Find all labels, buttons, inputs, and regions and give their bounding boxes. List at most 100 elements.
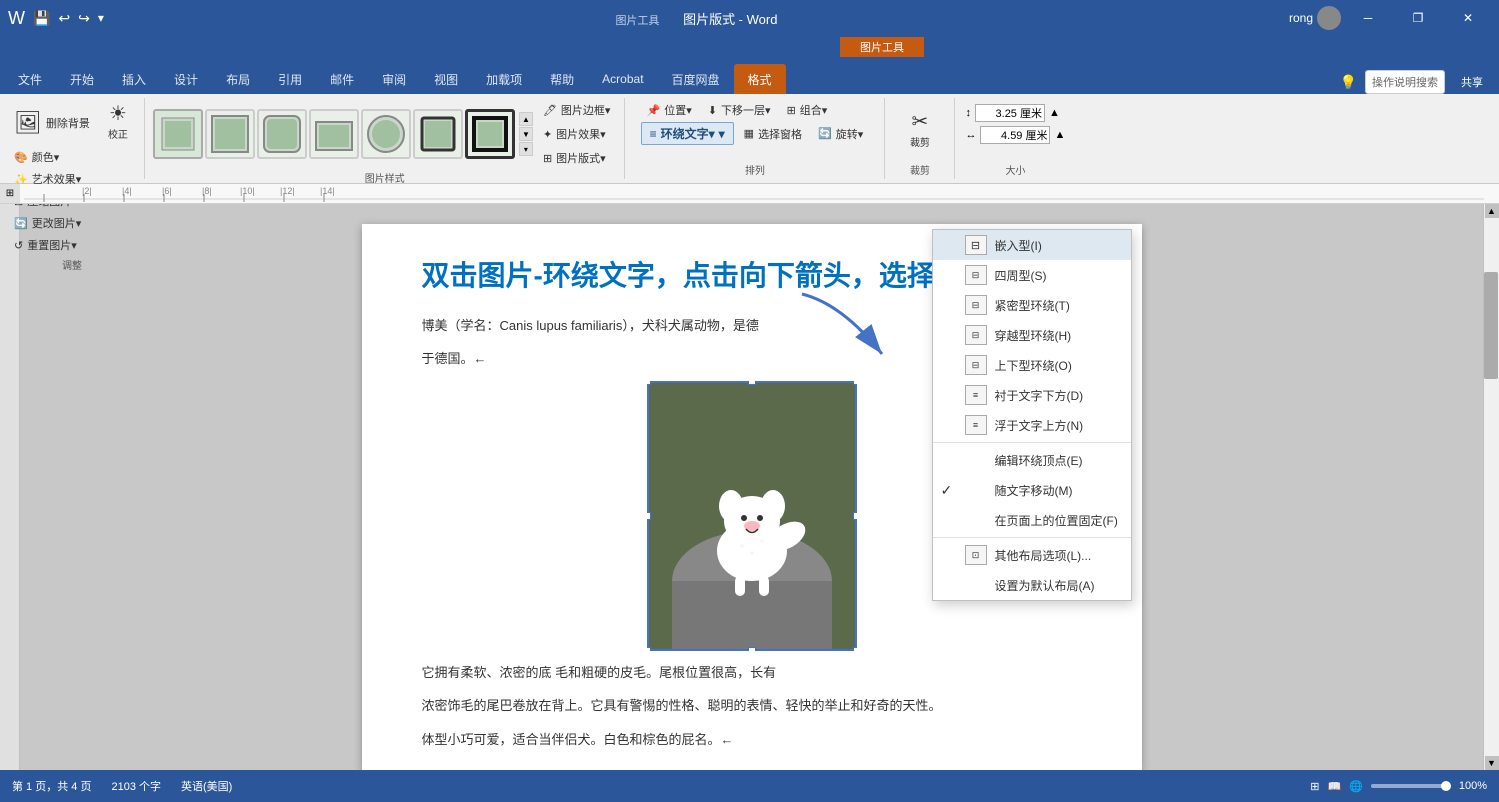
menu-item-front[interactable]: ≡ 浮于文字上方(N) <box>933 410 1131 440</box>
remove-bg-button[interactable]: 🖼 删除背景 <box>8 108 96 138</box>
tab-reference[interactable]: 引用 <box>264 64 316 94</box>
crop-button[interactable]: ✂ 裁剪 <box>902 108 938 153</box>
scroll-thumb[interactable] <box>1484 272 1498 380</box>
tab-start[interactable]: 开始 <box>56 64 108 94</box>
doc-para-3: 它拥有柔软、浓密的底 毛和粗硬的皮毛。尾根位置很高，长有 <box>422 661 1082 684</box>
redo-icon[interactable]: ↪ <box>78 10 90 27</box>
menu-item-behind[interactable]: ≡ 衬于文字下方(D) <box>933 380 1131 410</box>
front-label: 浮于文字上方(N) <box>995 417 1084 434</box>
tab-format[interactable]: 格式 <box>734 64 786 94</box>
move-back-button[interactable]: ⬇下移一层▾ <box>702 100 777 120</box>
menu-item-tight[interactable]: ⊟ 紧密型环绕(T) <box>933 290 1131 320</box>
tab-baidu[interactable]: 百度网盘 <box>658 64 734 94</box>
position-button[interactable]: 📌位置▾ <box>641 100 698 120</box>
pic-effect-button[interactable]: ✦图片效果▾ <box>537 124 617 144</box>
pic-style-scroll-more[interactable]: ▾ <box>519 142 533 156</box>
tab-addins[interactable]: 加载项 <box>472 64 536 94</box>
menu-item-topbottom[interactable]: ⊟ 上下型环绕(O) <box>933 350 1131 380</box>
tab-mail[interactable]: 邮件 <box>316 64 368 94</box>
tab-design[interactable]: 设计 <box>160 64 212 94</box>
tab-layout[interactable]: 布局 <box>212 64 264 94</box>
pic-style-2[interactable] <box>205 109 255 159</box>
handle-tm[interactable] <box>748 381 756 385</box>
close-button[interactable]: ✕ <box>1445 0 1491 36</box>
color-button[interactable]: 🎨颜色▾ <box>8 147 65 167</box>
height-input[interactable] <box>975 104 1045 122</box>
view-web-icon[interactable]: 🌐 <box>1349 780 1363 793</box>
handle-bl[interactable] <box>647 647 651 651</box>
scroll-down-btn[interactable]: ▼ <box>1485 756 1499 770</box>
save-icon[interactable]: 💾 <box>33 10 50 27</box>
tab-help[interactable]: 帮助 <box>536 64 588 94</box>
pic-styles-label: 图片样式 <box>365 168 405 185</box>
menu-item-movetext[interactable]: ✓ 随文字移动(M) <box>933 475 1131 505</box>
handle-tl[interactable] <box>647 381 651 385</box>
correct-button[interactable]: ☀ 校正 <box>100 100 136 145</box>
pic-style-4[interactable] <box>309 109 359 159</box>
vertical-scrollbar[interactable]: ▲ ▼ <box>1483 204 1499 770</box>
wrap-text-button[interactable]: ≡ 环绕文字▾ ▾ <box>641 122 734 145</box>
user-name: rong <box>1289 11 1313 25</box>
width-input[interactable] <box>980 126 1050 144</box>
share-button[interactable]: 共享 <box>1453 72 1491 92</box>
minimize-button[interactable]: ─ <box>1345 0 1391 36</box>
handle-br[interactable] <box>853 647 857 651</box>
handle-ml[interactable] <box>647 512 651 520</box>
pic-style-scroll: ▲ ▼ ▾ <box>519 112 533 156</box>
menu-item-setdefault[interactable]: 设置为默认布局(A) <box>933 570 1131 600</box>
tab-file[interactable]: 文件 <box>4 64 56 94</box>
height-row: ↕ ▲ <box>965 104 1065 122</box>
divider-2 <box>933 537 1131 538</box>
rotate-button[interactable]: 🔄旋转▾ <box>812 122 869 145</box>
menu-item-square[interactable]: ⊟ 四周型(S) <box>933 260 1131 290</box>
menu-item-moreoptions[interactable]: ⊡ 其他布局选项(L)... <box>933 540 1131 570</box>
zoom-level: 100% <box>1459 780 1487 792</box>
pic-style-3[interactable] <box>257 109 307 159</box>
tab-acrobat[interactable]: Acrobat <box>588 64 657 94</box>
user-avatar[interactable] <box>1317 6 1341 30</box>
change-pic-button[interactable]: 🔄更改图片▾ <box>8 213 87 233</box>
menu-item-through[interactable]: ⊟ 穿越型环绕(H) <box>933 320 1131 350</box>
status-right: ⊞ 📖 🌐 100% <box>1310 780 1487 793</box>
width-spinup[interactable]: ▲ <box>1054 129 1065 141</box>
pic-border-button[interactable]: 🖊图片边框▾ <box>537 100 617 120</box>
height-spinup[interactable]: ▲ <box>1049 107 1060 119</box>
pic-style-scroll-up[interactable]: ▲ <box>519 112 533 126</box>
undo-icon[interactable]: ↩ <box>58 10 70 27</box>
divider-1 <box>933 442 1131 443</box>
select-pane-button[interactable]: ▦选择窗格 <box>738 122 808 145</box>
doc-image[interactable] <box>647 381 857 651</box>
zoom-slider[interactable] <box>1371 784 1451 788</box>
handle-bm[interactable] <box>748 647 756 651</box>
menu-item-fixpos[interactable]: 在页面上的位置固定(F) <box>933 505 1131 535</box>
menu-item-embed[interactable]: ⊟ 嵌入型(I) <box>933 230 1131 260</box>
pic-style-5[interactable] <box>361 109 411 159</box>
ruler-corner[interactable]: ⊞ <box>0 184 20 204</box>
pic-style-6[interactable] <box>413 109 463 159</box>
menu-item-editpoints[interactable]: 编辑环绕顶点(E) <box>933 445 1131 475</box>
group-button[interactable]: ⊞组合▾ <box>781 100 834 120</box>
fixpos-icon <box>965 510 987 530</box>
title-bar: W 💾 ↩ ↪ ▾ 图片工具 图片版式 - Word rong ─ ❐ ✕ <box>0 0 1499 36</box>
search-box[interactable]: 操作说明搜索 <box>1365 70 1445 94</box>
restore-button[interactable]: ❐ <box>1395 0 1441 36</box>
reset-pic-button[interactable]: ↺重置图片▾ <box>8 235 83 255</box>
word-icon: W <box>8 8 25 29</box>
tab-insert[interactable]: 插入 <box>108 64 160 94</box>
pic-format-button[interactable]: ⊞图片版式▾ <box>537 148 617 168</box>
view-normal-icon[interactable]: ⊞ <box>1310 780 1319 793</box>
height-icon: ↕ <box>965 107 971 119</box>
pic-style-7[interactable] <box>465 109 515 159</box>
pic-style-scroll-down[interactable]: ▼ <box>519 127 533 141</box>
view-read-icon[interactable]: 📖 <box>1327 780 1341 793</box>
scroll-up-btn[interactable]: ▲ <box>1485 204 1499 218</box>
handle-mr[interactable] <box>853 512 857 520</box>
image-selection-border <box>647 381 857 651</box>
doc-content[interactable]: 双击图片-环绕文字，点击向下箭头，选择图片的版式 博美（学名：Canis lup… <box>20 204 1483 770</box>
tab-review[interactable]: 审阅 <box>368 64 420 94</box>
tab-view[interactable]: 视图 <box>420 64 472 94</box>
status-bar: 第 1 页，共 4 页 2103 个字 英语(美国) ⊞ 📖 🌐 100% <box>0 770 1499 802</box>
moreoptions-icon: ⊡ <box>965 545 987 565</box>
through-label: 穿越型环绕(H) <box>995 327 1072 344</box>
pic-style-1[interactable] <box>153 109 203 159</box>
